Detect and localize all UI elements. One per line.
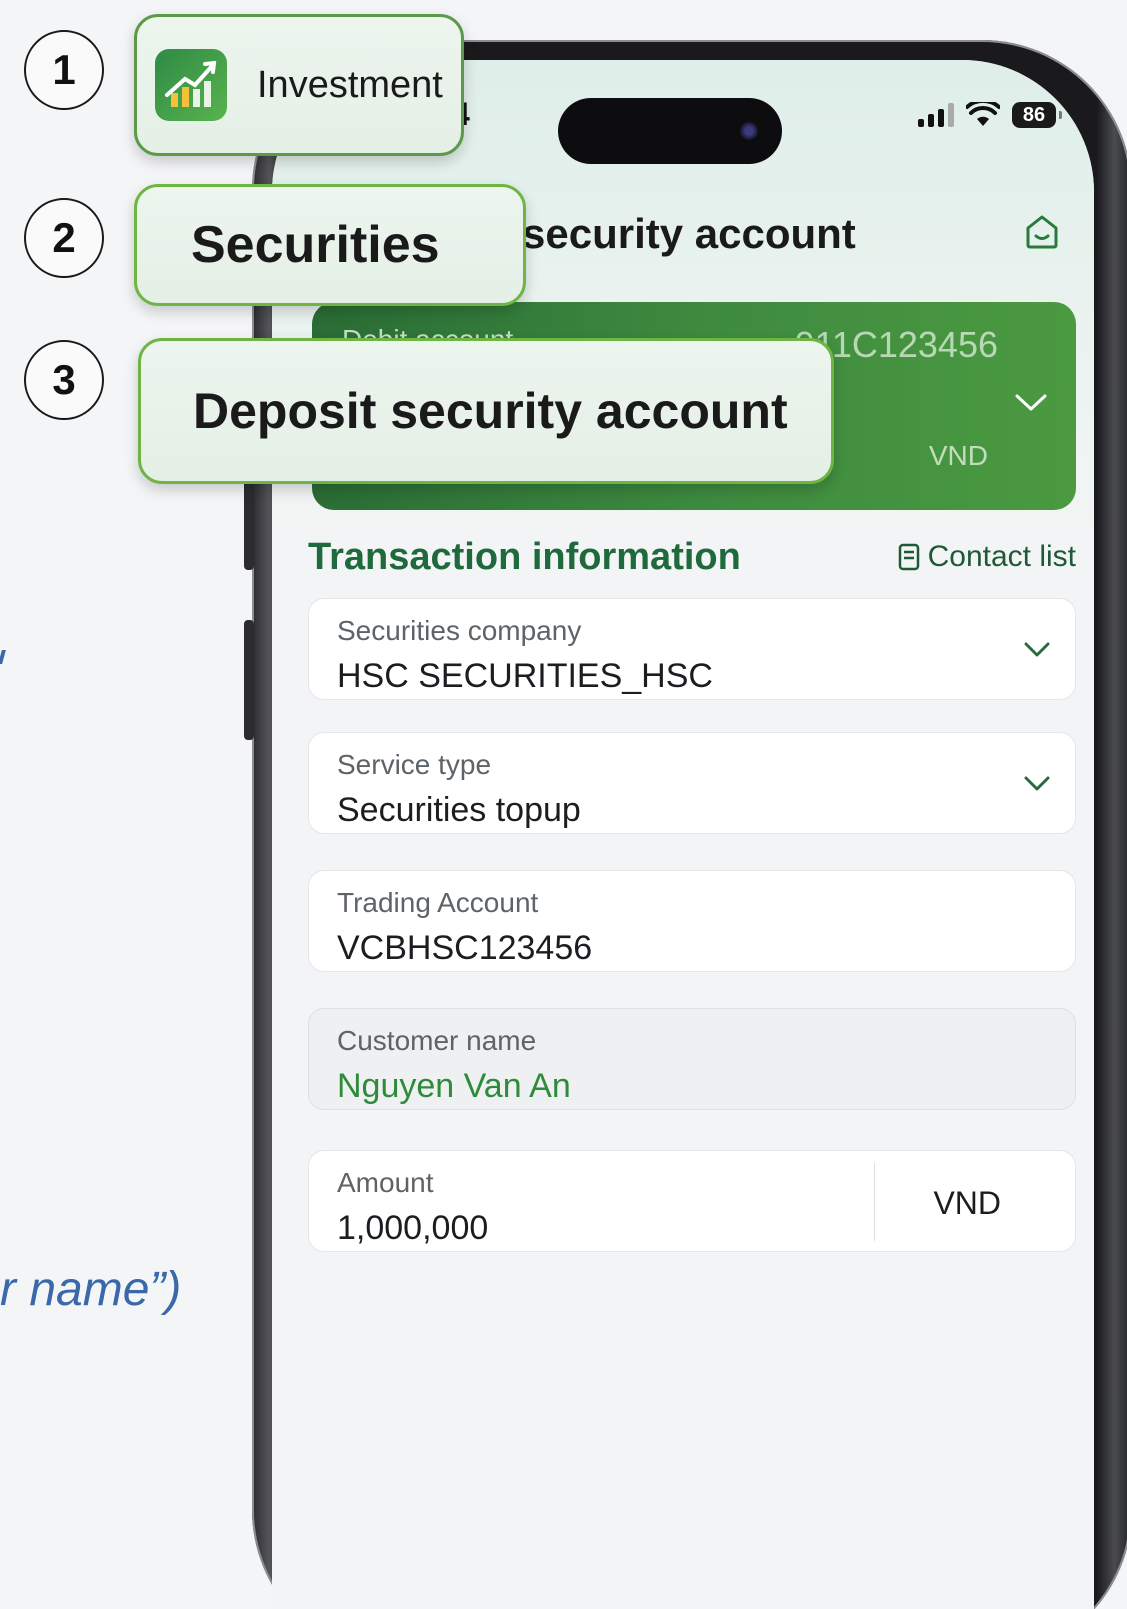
amount-input[interactable]: 1,000,000 (337, 1209, 488, 1248)
section-title: Transaction information (308, 536, 741, 578)
chevron-down-icon[interactable] (1023, 641, 1051, 659)
breadcrumb-label: Investment (257, 63, 443, 106)
contact-list-label[interactable]: Contact list (928, 540, 1076, 574)
battery-icon: 86 (1012, 102, 1062, 128)
chevron-down-icon[interactable] (1014, 392, 1048, 414)
breadcrumb-step-securities: Securities (134, 184, 526, 306)
contact-list-link[interactable]: Contact list (898, 540, 1076, 574)
page-title: security account (522, 210, 856, 257)
breadcrumb-label: Securities (191, 216, 440, 274)
home-icon[interactable] (1022, 212, 1062, 252)
breadcrumb-step-investment: Investment (134, 14, 464, 156)
chart-up-icon (165, 60, 217, 107)
trading-account-field[interactable]: Trading Account VCBHSC123456 (308, 870, 1076, 972)
breadcrumb-step-deposit-security-account: Deposit security account (138, 338, 834, 484)
book-icon (898, 543, 919, 571)
field-value[interactable]: VCBHSC123456 (337, 929, 592, 968)
field-label: Service type (337, 749, 492, 780)
field-label: Trading Account (337, 887, 539, 918)
service-type-select[interactable]: Service type Securities topup (308, 732, 1076, 834)
amount-field[interactable]: Amount 1,000,000 VND (308, 1150, 1076, 1252)
camera-icon (740, 122, 758, 140)
field-label: Amount (337, 1167, 434, 1198)
field-value: Nguyen Van An (337, 1067, 571, 1105)
debit-account-currency: VND (928, 440, 988, 471)
signal-icon (918, 103, 954, 127)
amount-currency: VND (933, 1185, 1001, 1221)
volume-down-button (244, 620, 254, 740)
step-number-3: 3 (24, 340, 104, 420)
field-label: Securities company (337, 615, 582, 646)
dynamic-island (558, 98, 782, 164)
status-icons: 86 (918, 102, 1062, 128)
securities-company-select[interactable]: Securities company HSC SECURITIES_HSC (308, 598, 1076, 700)
guide-dash (0, 650, 6, 664)
guide-side-text: r name”) (0, 1263, 182, 1316)
chevron-down-icon[interactable] (1023, 775, 1051, 793)
field-value: HSC SECURITIES_HSC (337, 657, 713, 695)
wifi-icon (966, 102, 1000, 126)
customer-name-field: Customer name Nguyen Van An (308, 1008, 1076, 1110)
field-divider (874, 1163, 875, 1241)
field-label: Customer name (337, 1025, 537, 1056)
field-value: Securities topup (337, 791, 581, 829)
step-number-2: 2 (24, 198, 104, 278)
breadcrumb-label: Deposit security account (193, 383, 788, 439)
investment-app-icon (155, 49, 227, 121)
step-number-1: 1 (24, 30, 104, 110)
